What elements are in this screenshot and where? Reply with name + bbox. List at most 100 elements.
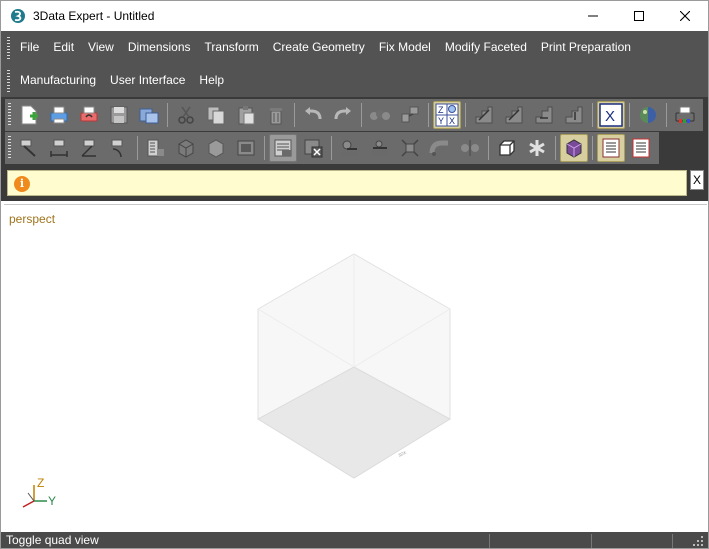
mirror-button[interactable] [456, 134, 484, 162]
menu-grip[interactable] [7, 69, 10, 92]
star-select-button[interactable] [523, 134, 551, 162]
cube-solid-icon [178, 138, 194, 158]
message-close-button[interactable]: X [690, 170, 704, 190]
menu-fix-model[interactable]: Fix Model [372, 31, 438, 64]
maximize-icon [634, 11, 644, 21]
cut-button[interactable] [172, 101, 200, 129]
save-button[interactable] [105, 101, 133, 129]
menu-help[interactable]: Help [192, 64, 231, 97]
split-parts-icon [401, 106, 419, 122]
axis-y-label: Y [438, 116, 444, 126]
measure-radius-button[interactable] [105, 134, 133, 162]
measure-angle-button[interactable] [75, 134, 103, 162]
menu-view[interactable]: View [81, 31, 121, 64]
measure-point-button[interactable] [15, 134, 43, 162]
app-logo-icon [11, 9, 25, 23]
axis-triad: Z Y [22, 476, 56, 508]
bounding-cube: 3DX Z Y [22, 253, 451, 508]
view-solid-button[interactable] [172, 134, 200, 162]
bend-pipe-icon [429, 140, 448, 156]
scissors-icon [178, 106, 194, 124]
delete-button[interactable] [262, 101, 290, 129]
paste-button[interactable] [232, 101, 260, 129]
minimize-icon [588, 15, 598, 17]
measure-distance-button[interactable] [45, 134, 73, 162]
maximize-button[interactable] [616, 1, 662, 31]
colored-cube-icon [566, 138, 582, 158]
ruler-button[interactable] [142, 134, 170, 162]
box-primitive-button[interactable] [493, 134, 521, 162]
save-multiple-icon [139, 108, 159, 123]
panel-close-icon [304, 139, 323, 157]
revert-file-button[interactable] [75, 101, 103, 129]
menu-modify-faceted[interactable]: Modify Faceted [438, 31, 534, 64]
toolbar-grip[interactable] [8, 102, 11, 127]
shaded-sphere-icon [640, 106, 656, 123]
split-parts-button[interactable] [396, 101, 424, 129]
menu-create-geometry[interactable]: Create Geometry [266, 31, 372, 64]
toolbar-row-1: Z Y X X [1, 98, 703, 131]
menu-transform[interactable]: Transform [198, 31, 266, 64]
move-right-button[interactable] [560, 101, 588, 129]
close-view-button[interactable] [299, 134, 327, 162]
menu-file[interactable]: File [13, 31, 46, 64]
push-button[interactable] [336, 134, 364, 162]
list-document-icon [602, 138, 620, 157]
copy-icon [207, 106, 225, 124]
new-file-button[interactable] [15, 101, 43, 129]
open-file-button[interactable] [45, 101, 73, 129]
toolbar-separator [555, 135, 556, 160]
cube-flat-icon [208, 138, 224, 158]
view-flat-button[interactable] [202, 134, 230, 162]
bend-button[interactable] [426, 134, 454, 162]
measure-angle-icon [81, 139, 96, 157]
menu-manufacturing[interactable]: Manufacturing [13, 64, 103, 97]
x-axis-button[interactable]: X [597, 100, 625, 129]
move-down-button[interactable] [500, 101, 528, 129]
list-view-button[interactable] [597, 133, 625, 162]
pull-button[interactable] [366, 134, 394, 162]
save-all-button[interactable] [135, 101, 163, 129]
view-properties-button[interactable] [269, 133, 297, 162]
shading-button[interactable] [634, 101, 662, 129]
stairs-arrow-icon [565, 106, 583, 123]
toolbar-separator [592, 102, 593, 127]
3d-viewport[interactable]: perspect 3DX Z Y [4, 204, 707, 530]
menu-edit[interactable]: Edit [46, 31, 81, 64]
menu-print-preparation[interactable]: Print Preparation [534, 31, 638, 64]
resize-grip-icon[interactable] [693, 536, 705, 548]
status-divider [672, 534, 673, 548]
cube-mesh-icon [237, 140, 255, 155]
undo-icon [305, 106, 322, 119]
undo-button[interactable] [299, 101, 327, 129]
close-icon [680, 11, 690, 21]
group-parts-button[interactable] [366, 101, 394, 129]
explode-button[interactable] [396, 134, 424, 162]
copy-button[interactable] [202, 101, 230, 129]
toolbar-grip[interactable] [8, 135, 11, 160]
menu-dimensions[interactable]: Dimensions [121, 31, 198, 64]
box-outline-icon [499, 139, 515, 156]
toolbar-separator [592, 135, 593, 160]
push-arrow-icon [342, 140, 358, 156]
move-up-button[interactable] [470, 101, 498, 129]
redo-button[interactable] [329, 101, 357, 129]
print-button[interactable] [671, 101, 699, 129]
menu-grip[interactable] [7, 36, 10, 59]
menu-bar: File Edit View Dimensions Transform Crea… [1, 31, 708, 97]
view-mesh-button[interactable] [232, 134, 260, 162]
menu-user-interface[interactable]: User Interface [103, 64, 192, 97]
toggle-color-button[interactable] [560, 133, 588, 162]
axis-swap-icon: Z Y X [435, 103, 459, 126]
printer-icon [675, 106, 695, 123]
minimize-button[interactable] [570, 1, 616, 31]
toolbar-separator [137, 135, 138, 160]
toolbar-separator [361, 102, 362, 127]
move-left-button[interactable] [530, 101, 558, 129]
report-view-button[interactable] [627, 134, 655, 162]
close-button[interactable] [662, 1, 708, 31]
floppy-disk-icon [110, 106, 128, 123]
stairs-arrow-icon [475, 106, 493, 123]
axis-z-label: Z [37, 476, 44, 490]
axis-swap-button[interactable]: Z Y X [433, 100, 461, 129]
